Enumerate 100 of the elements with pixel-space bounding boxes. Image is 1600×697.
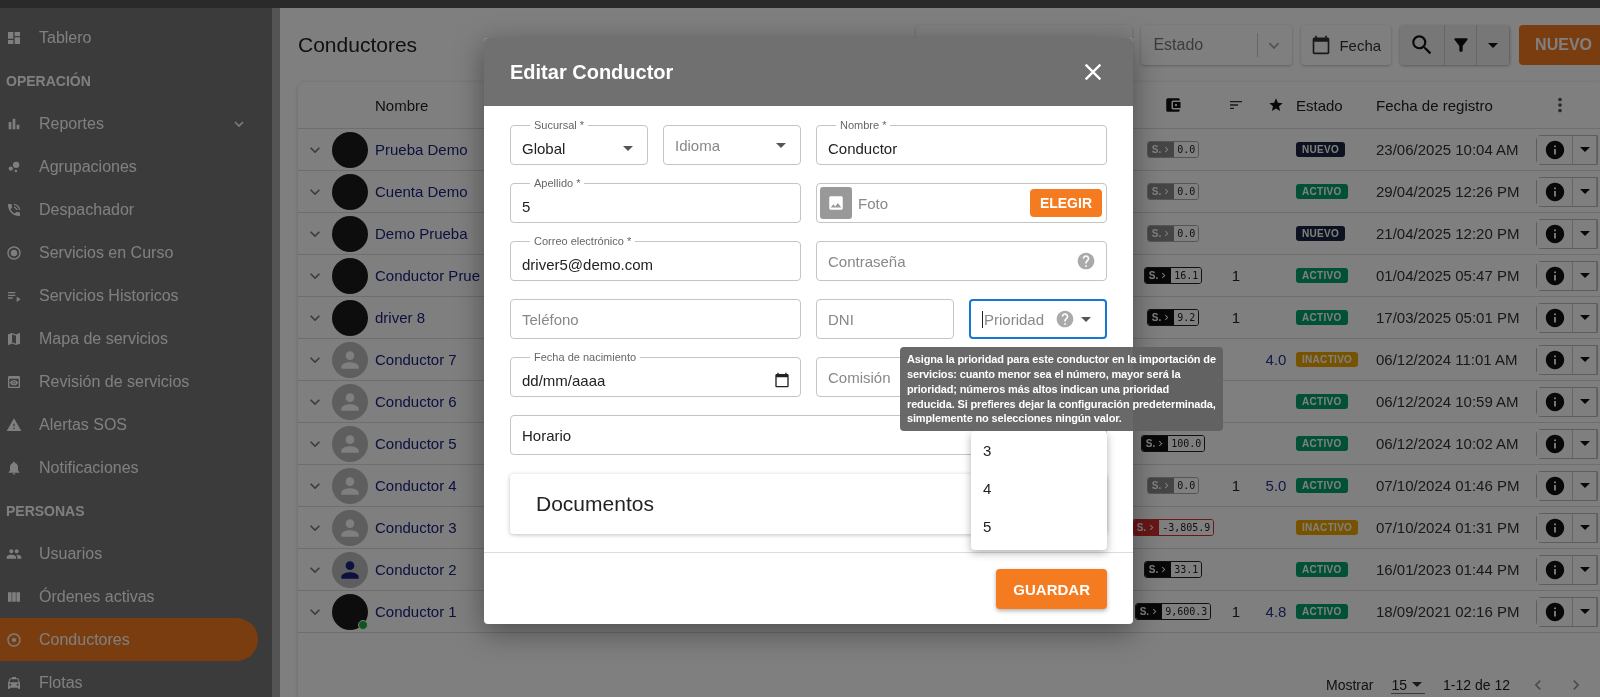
date-button[interactable]: Fecha (1301, 25, 1392, 65)
sidebar-item[interactable]: Flotas (0, 661, 258, 697)
info-button[interactable] (1537, 597, 1573, 626)
sidebar-item[interactable]: Servicios Historicos (0, 274, 258, 317)
driver-name[interactable]: Conductor 5 (375, 435, 457, 452)
choose-button[interactable]: ELEGIR (1029, 189, 1102, 217)
driver-name[interactable]: Conductor 7 (375, 351, 457, 368)
caret-icon (1579, 567, 1590, 572)
driver-name[interactable]: Cuenta Demo (375, 183, 468, 200)
sidebar-item[interactable]: Usuarios (0, 532, 258, 575)
sidebar-item[interactable]: Revisión de servicios (0, 360, 258, 403)
select-field[interactable]: Prioridad (969, 299, 1107, 339)
menu-option[interactable]: 5 (971, 507, 1107, 545)
caret-icon (1579, 315, 1590, 320)
filter-button[interactable] (1445, 25, 1478, 65)
status-badge: ACTIVO (1296, 268, 1348, 283)
sidebar-item[interactable]: Notificaciones (0, 446, 258, 489)
page-size-select[interactable]: 15 (1391, 676, 1426, 694)
documents-title: Documentos (536, 492, 654, 516)
section-label: PERSONAS (6, 502, 85, 519)
driver-name[interactable]: Conductor 4 (375, 477, 457, 494)
chevron-down-icon (234, 120, 244, 127)
driver-name[interactable]: driver 8 (375, 309, 426, 326)
balance-badge: S. 33.1 (1143, 561, 1203, 578)
balance-badge: S. 9,600.3 (1134, 603, 1212, 620)
input-field[interactable]: Correo electrónico * driver5@demo.com (510, 234, 801, 281)
driver-name[interactable]: Conductor 3 (375, 519, 457, 536)
eye-icon (6, 373, 22, 390)
sidebar-item[interactable]: Mapa de servicios (0, 317, 258, 360)
input-field[interactable]: Contraseña (816, 241, 1107, 281)
section-label: OPERACIÓN (6, 72, 91, 89)
sidebar-item[interactable]: Reportes (0, 102, 258, 145)
help-icon (1076, 251, 1096, 271)
select-field[interactable]: Idioma (663, 125, 801, 165)
input-field[interactable]: Nombre * Conductor (816, 118, 1107, 165)
status-badge: INACTIVO (1296, 352, 1359, 367)
caret-icon (1579, 525, 1590, 530)
info-button[interactable] (1537, 135, 1573, 164)
driver-name[interactable]: Prueba Demo (375, 141, 468, 158)
warning-icon (6, 416, 22, 433)
input-field[interactable]: Apellido * 5 (510, 176, 801, 223)
caret-icon (1579, 147, 1590, 152)
sidebar-item[interactable]: Órdenes activas (0, 575, 258, 618)
date-text: 07/10/2024 01:31 PM (1376, 519, 1520, 536)
sidebar-item[interactable]: Tablero (0, 16, 258, 59)
sidebar-item[interactable]: Agrupaciones (0, 145, 258, 188)
status-badge: ACTIVO (1296, 436, 1348, 451)
balance-badge: S. 9.2 (1146, 309, 1200, 326)
sidebar-item[interactable]: Conductores (0, 618, 258, 661)
info-button[interactable] (1537, 219, 1573, 248)
date-text: 18/09/2021 02:16 PM (1376, 603, 1520, 620)
info-button[interactable] (1537, 555, 1573, 584)
status-select[interactable]: Estado (1141, 25, 1293, 65)
info-button[interactable] (1537, 303, 1573, 332)
search-button[interactable] (1400, 25, 1446, 65)
date-text: 06/12/2024 10:59 AM (1376, 393, 1519, 410)
sidebar-item[interactable]: Alertas SOS (0, 403, 258, 446)
balance-badge: S. 16.1 (1143, 267, 1203, 284)
sidebar-item[interactable]: Despachador (0, 188, 258, 231)
file-field[interactable]: Foto ELEGIR (816, 183, 1107, 223)
info-icon (1543, 264, 1566, 287)
status-badge: ACTIVO (1296, 478, 1348, 493)
new-button[interactable]: NUEVO (1519, 25, 1600, 65)
driver-name[interactable]: Conductor 1 (375, 603, 457, 620)
caret-icon (776, 142, 786, 148)
info-button[interactable] (1537, 429, 1573, 458)
select-field[interactable]: Sucursal * Global (510, 118, 648, 165)
chevron-down-icon (1268, 41, 1281, 49)
online-dot (358, 619, 368, 630)
grid-icon (6, 29, 22, 46)
caret-icon (1412, 682, 1423, 687)
status-badge: ACTIVO (1296, 604, 1348, 619)
driver-name[interactable]: Conductor Prue (375, 267, 481, 284)
info-icon (1543, 222, 1566, 245)
info-button[interactable] (1537, 471, 1573, 500)
dialog-title: Editar Conductor (510, 60, 674, 84)
star-icon (1268, 97, 1284, 113)
date-text: 17/03/2025 05:01 PM (1376, 309, 1520, 326)
menu-option[interactable]: 4 (971, 469, 1107, 507)
driver-name[interactable]: Conductor 6 (375, 393, 457, 410)
status-badge: ACTIVO (1296, 394, 1348, 409)
save-button[interactable]: GUARDAR (996, 569, 1107, 609)
info-button[interactable] (1537, 387, 1573, 416)
help-icon (1055, 309, 1075, 329)
balance-badge: S. 100.0 (1140, 435, 1206, 452)
sidebar-item[interactable]: Servicios en Curso (0, 231, 258, 274)
count-value: 1 (1231, 267, 1241, 284)
info-button[interactable] (1537, 261, 1573, 290)
info-button[interactable] (1537, 177, 1573, 206)
info-button[interactable] (1537, 345, 1573, 374)
info-button[interactable] (1537, 513, 1573, 542)
status-badge: INACTIVO (1296, 520, 1359, 535)
date-field[interactable]: Fecha de nacimiento dd/mm/aaaa (510, 350, 801, 397)
input-field[interactable]: DNI (816, 299, 954, 339)
driver-name[interactable]: Demo Prueba (375, 225, 468, 242)
driver-name[interactable]: Conductor 2 (375, 561, 457, 578)
column-header: Estado (1296, 96, 1343, 114)
date-text: 29/04/2025 12:26 PM (1376, 183, 1520, 200)
input-field[interactable]: Teléfono (510, 299, 801, 339)
car-icon (6, 674, 22, 691)
